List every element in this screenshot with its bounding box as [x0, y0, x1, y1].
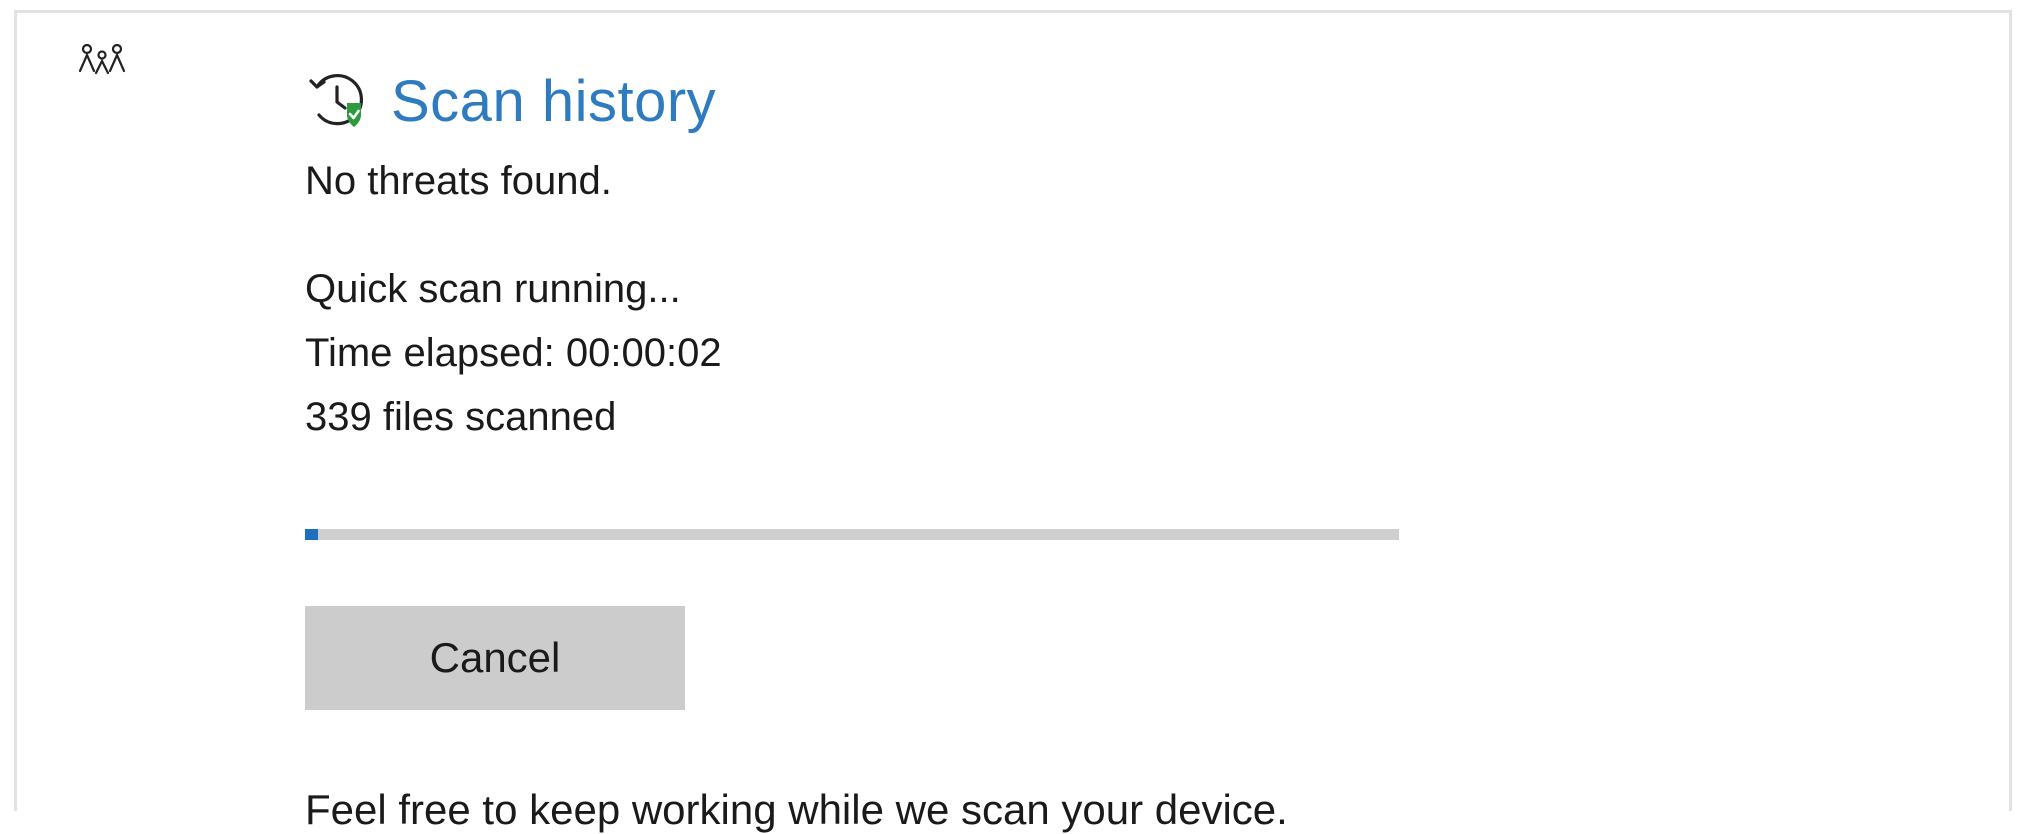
keep-working-note: Feel free to keep working while we scan …	[305, 786, 1288, 833]
scan-panel: Scan history No threats found. Quick sca…	[14, 10, 2012, 833]
history-shield-icon	[309, 74, 363, 127]
scan-progress-fill	[305, 529, 319, 540]
files-scanned-label: 339 files scanned	[305, 395, 617, 439]
scan-title-row: Scan history	[305, 61, 1805, 141]
scan-content: Scan history No threats found. Quick sca…	[305, 61, 1805, 834]
page-title[interactable]: Scan history	[391, 68, 716, 135]
scan-running-label: Quick scan running...	[305, 267, 681, 311]
family-icon	[78, 43, 126, 75]
scan-progress-info: Quick scan running... Time elapsed: 00:0…	[305, 257, 1805, 449]
cancel-button[interactable]: Cancel	[305, 606, 685, 710]
scan-progress-bar	[305, 529, 1399, 540]
threat-status: No threats found.	[305, 159, 612, 203]
time-elapsed-label: Time elapsed: 00:00:02	[305, 331, 722, 375]
